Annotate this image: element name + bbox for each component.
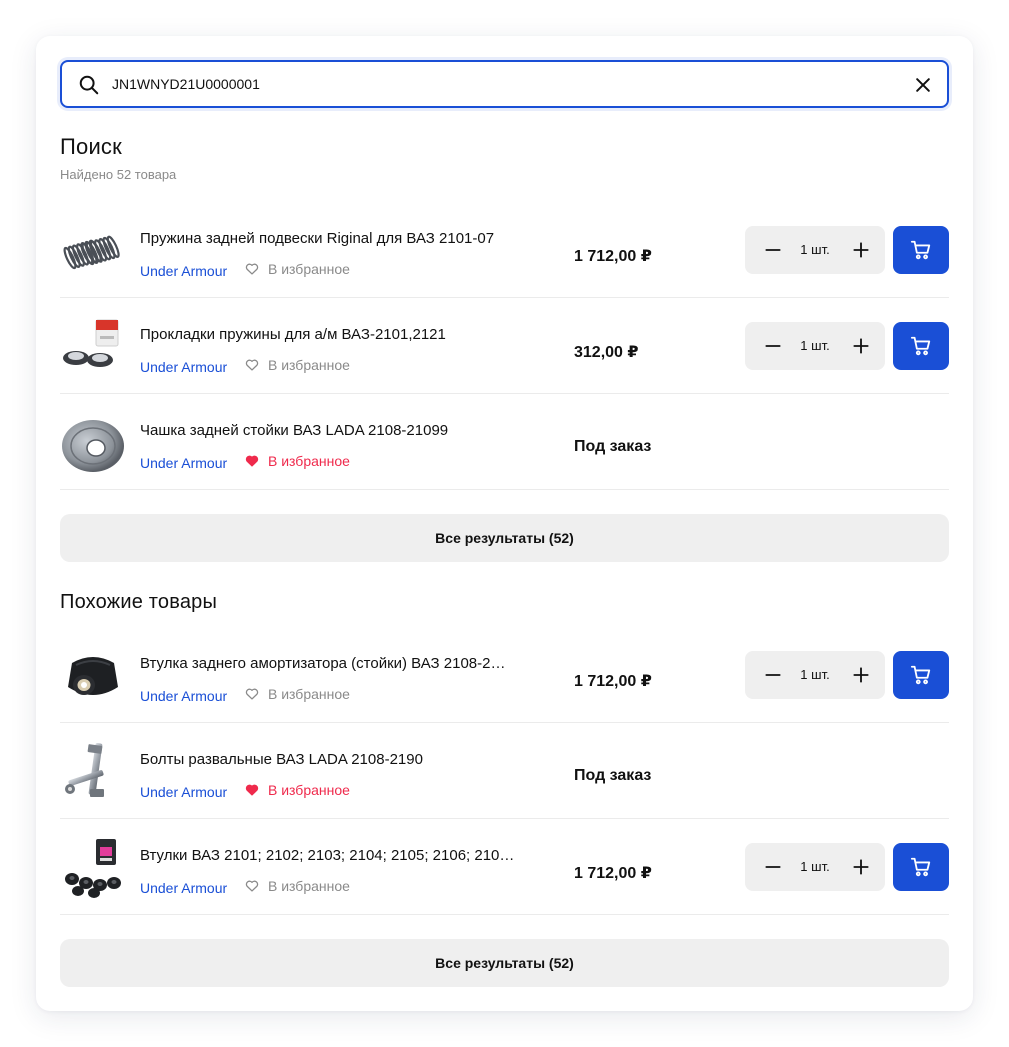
plus-icon[interactable] (851, 857, 871, 877)
favorite-label: В избранное (268, 261, 350, 277)
product-name[interactable]: Втулка заднего амортизатора (стойки) ВАЗ… (140, 655, 540, 672)
search-dropdown-panel: Поиск Найдено 52 товара Пружина задней п… (36, 36, 973, 1011)
product-brand-link[interactable]: Under Armour (140, 784, 227, 800)
search-input[interactable] (112, 71, 892, 97)
heart-icon (245, 688, 259, 700)
favorite-toggle[interactable]: В избранное (245, 878, 350, 894)
quantity-stepper: 1 шт. (745, 843, 885, 891)
favorite-label: В избранное (268, 686, 350, 702)
product-price: 1 712,00 ₽ (574, 248, 652, 265)
product-row: Болты развальные ВАЗ LADA 2108-2190 Under… (60, 723, 949, 819)
favorite-toggle[interactable]: В избранное (245, 782, 350, 798)
add-to-cart-button[interactable] (893, 322, 949, 370)
heart-icon (245, 880, 259, 892)
results-title: Поиск (60, 134, 122, 159)
plus-icon[interactable] (851, 336, 871, 356)
product-name[interactable]: Чашка задней стойки ВАЗ LADA 2108-21099 (140, 422, 540, 439)
product-row: Чашка задней стойки ВАЗ LADA 2108-21099 U… (60, 394, 949, 490)
favorite-label: В избранное (268, 782, 350, 798)
product-image[interactable] (60, 835, 126, 901)
results-count: Найдено 52 товара (60, 167, 177, 182)
product-image[interactable] (60, 739, 126, 805)
favorite-label: В избранное (268, 453, 350, 469)
product-name[interactable]: Втулки ВАЗ 2101; 2102; 2103; 2104; 2105;… (140, 847, 540, 864)
product-brand-link[interactable]: Under Armour (140, 455, 227, 471)
product-price: Под заказ (574, 438, 652, 455)
heart-icon (245, 784, 259, 796)
product-price: 312,00 ₽ (574, 344, 639, 361)
plus-icon[interactable] (851, 665, 871, 685)
similar-title: Похожие товары (60, 591, 218, 613)
product-row: Пружина задней подвески Riginal для ВАЗ … (60, 202, 949, 298)
favorite-toggle[interactable]: В избранное (245, 453, 350, 469)
quantity-stepper: 1 шт. (745, 226, 885, 274)
cart-icon (910, 857, 931, 877)
quantity-stepper: 1 шт. (745, 322, 885, 370)
product-image[interactable] (60, 410, 126, 476)
plus-icon[interactable] (851, 240, 871, 260)
favorite-toggle[interactable]: В избранное (245, 357, 350, 373)
product-name[interactable]: Прокладки пружины для а/м ВАЗ-2101,2121 (140, 326, 540, 343)
product-name[interactable]: Болты развальные ВАЗ LADA 2108-2190 (140, 751, 540, 768)
search-bar (60, 60, 949, 108)
heart-icon (245, 455, 259, 467)
all-results-button[interactable]: Все результаты (52) (60, 514, 949, 562)
heart-icon (245, 263, 259, 275)
quantity-stepper: 1 шт. (745, 651, 885, 699)
product-brand-link[interactable]: Under Armour (140, 880, 227, 896)
product-image[interactable] (60, 643, 126, 709)
heart-icon (245, 359, 259, 371)
close-icon[interactable] (913, 75, 933, 95)
favorite-label: В избранное (268, 357, 350, 373)
product-brand-link[interactable]: Under Armour (140, 688, 227, 704)
product-price: 1 712,00 ₽ (574, 673, 652, 690)
product-price: Под заказ (574, 767, 652, 784)
favorite-label: В избранное (268, 878, 350, 894)
favorite-toggle[interactable]: В избранное (245, 261, 350, 277)
product-brand-link[interactable]: Under Armour (140, 359, 227, 375)
product-row: Прокладки пружины для а/м ВАЗ-2101,2121 U… (60, 298, 949, 394)
product-row: Втулки ВАЗ 2101; 2102; 2103; 2104; 2105;… (60, 819, 949, 915)
product-image[interactable] (60, 314, 126, 380)
product-row: Втулка заднего амортизатора (стойки) ВАЗ… (60, 627, 949, 723)
product-image[interactable] (60, 218, 126, 284)
product-price: 1 712,00 ₽ (574, 865, 652, 882)
favorite-toggle[interactable]: В избранное (245, 686, 350, 702)
similar-all-results-button[interactable]: Все результаты (52) (60, 939, 949, 987)
add-to-cart-button[interactable] (893, 843, 949, 891)
add-to-cart-button[interactable] (893, 651, 949, 699)
add-to-cart-button[interactable] (893, 226, 949, 274)
cart-icon (910, 336, 931, 356)
cart-icon (910, 240, 931, 260)
product-brand-link[interactable]: Under Armour (140, 263, 227, 279)
cart-icon (910, 665, 931, 685)
search-icon (79, 75, 99, 95)
product-name[interactable]: Пружина задней подвески Riginal для ВАЗ … (140, 230, 540, 247)
